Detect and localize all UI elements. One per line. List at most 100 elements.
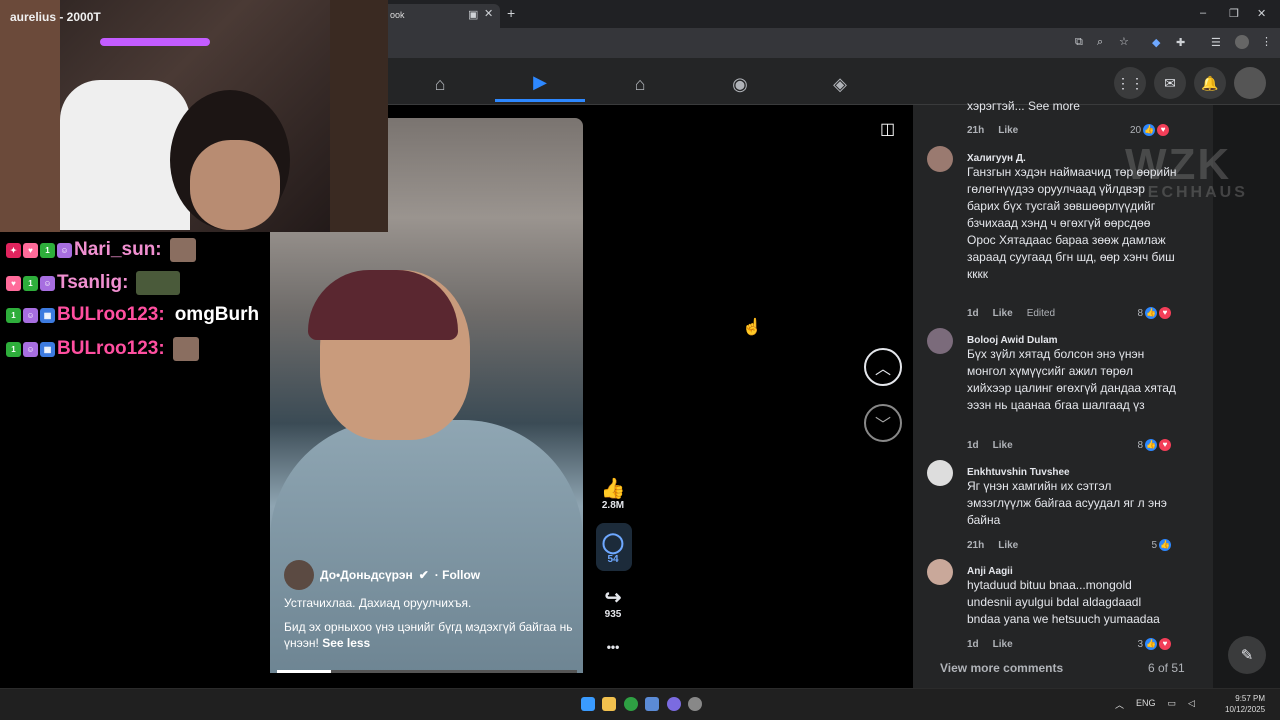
commenter-avatar[interactable] <box>927 328 953 354</box>
commenter-avatar[interactable] <box>927 460 953 486</box>
see-less-link[interactable]: See less <box>322 636 370 650</box>
fullscreen-toggle-icon[interactable]: ◫ <box>880 119 895 139</box>
account-avatar[interactable] <box>1234 67 1266 99</box>
tray-chevron-icon[interactable]: ︿ <box>1115 698 1124 711</box>
like-button[interactable]: 👍 2.8M <box>597 476 629 511</box>
nav-home-tab[interactable]: ⌂ <box>395 66 485 102</box>
commenter-avatar[interactable] <box>927 559 953 585</box>
comment-time: 1d <box>967 440 979 451</box>
comment-like-link[interactable]: Like <box>993 440 1013 451</box>
comment-item: Anji Aagii hytaduud bituu bnaa...mongold… <box>927 559 1187 654</box>
settings-icon[interactable] <box>688 697 702 711</box>
comment-snippet: хэрэгтэй... See more <box>967 99 1080 113</box>
nav-marketplace-tab[interactable]: ⌂ <box>595 66 685 102</box>
love-reaction-icon: ♥ <box>1159 439 1171 451</box>
messenger-button[interactable]: ✉ <box>1154 67 1186 99</box>
comment-like-link[interactable]: Like <box>993 639 1013 650</box>
reel-caption-line2: Бид эх орныхоо үнэ цэнийг бүгд мэдэхгүй … <box>284 619 574 651</box>
reaction-summary[interactable]: 20 👍 ♥ <box>1130 124 1170 136</box>
previous-reel-button[interactable]: ︿ <box>864 348 902 386</box>
chrome-icon[interactable] <box>624 697 638 711</box>
start-icon[interactable] <box>581 697 595 711</box>
commenter-avatar[interactable] <box>927 146 953 172</box>
maximize-button[interactable]: ❐ <box>1229 7 1239 20</box>
commenter-name[interactable]: Enkhtuvshin Tuvshee <box>967 467 1177 478</box>
like-reaction-icon: 👍 <box>1145 638 1157 650</box>
tab-close-icon[interactable]: ✕ <box>484 7 493 20</box>
close-window-button[interactable]: ✕ <box>1257 7 1266 20</box>
comment-time: 1d <box>967 308 979 319</box>
chat-message: ✦ ♥ 1 ☺ Nari_sun: <box>6 238 196 262</box>
list-icon[interactable]: ☰ <box>1211 36 1221 49</box>
windows-taskbar: ︿ ENG ▭ ◁ 9:57 PM 10/12/2025 <box>0 688 1280 720</box>
reaction-summary[interactable]: 8 👍 ♥ <box>1137 307 1171 319</box>
author-name[interactable]: До•Доньдсүрэн <box>320 568 413 582</box>
reels-icon: ▶ <box>533 72 547 92</box>
gift-badge-icon: ▦ <box>40 307 55 323</box>
badge-icon: ✦ <box>6 242 21 258</box>
file-explorer-icon[interactable] <box>602 697 616 711</box>
menu-grid-button[interactable]: ⋮⋮ <box>1114 67 1146 99</box>
steam-icon[interactable] <box>645 697 659 711</box>
puzzle-icon[interactable]: ✚ <box>1176 36 1185 49</box>
first-badge-icon: 1 <box>23 275 38 291</box>
love-reaction-icon: ♥ <box>1159 638 1171 650</box>
comment-like-link[interactable]: Like <box>998 125 1018 136</box>
minimize-button[interactable]: – <box>1200 7 1206 19</box>
edit-icon: ✎ <box>1240 647 1254 664</box>
star-icon[interactable]: ☆ <box>1119 35 1129 48</box>
like-reaction-icon: 👍 <box>1145 439 1157 451</box>
commenter-name[interactable]: Anji Aagii <box>967 566 1177 577</box>
menu-icon[interactable]: ⋮ <box>1261 35 1272 48</box>
comment-like-link[interactable]: Like <box>998 540 1018 551</box>
messenger-icon: ✉ <box>1164 74 1176 91</box>
next-reel-button[interactable]: ﹀ <box>864 404 902 442</box>
nav-gaming-tab[interactable]: ◈ <box>795 66 885 102</box>
comment-bubble: Enkhtuvshin Tuvshee Яг үнэн хамгийн их с… <box>967 460 1177 529</box>
comment-like-link[interactable]: Like <box>993 308 1013 319</box>
comment-icon: ◯ <box>601 532 625 554</box>
comment-snippet-text: хэрэгтэй... See more <box>967 99 1080 113</box>
mask-badge-icon: ☺ <box>23 307 38 323</box>
chevron-up-icon: ︿ <box>874 361 891 378</box>
discord-icon[interactable] <box>667 697 681 711</box>
share-button[interactable]: ↪ 935 <box>597 585 629 620</box>
cast-icon[interactable]: ⧉ <box>1075 36 1083 49</box>
author-avatar[interactable] <box>284 560 314 590</box>
nav-reels-tab[interactable]: ▶ <box>495 66 585 102</box>
comment-bubble: Anji Aagii hytaduud bituu bnaa...mongold… <box>967 559 1177 628</box>
extension-icon[interactable]: ◆ <box>1152 36 1160 49</box>
profile-icon[interactable] <box>1235 35 1249 49</box>
chevron-down-icon: ﹀ <box>874 417 891 434</box>
new-message-button[interactable]: ✎ <box>1228 636 1266 674</box>
comment-meta: 1d Like Edited <box>967 308 1055 319</box>
taskbar-clock[interactable]: 9:57 PM 10/12/2025 <box>1225 693 1265 715</box>
nav-groups-tab[interactable]: ◉ <box>695 66 785 102</box>
reaction-summary[interactable]: 3 👍 ♥ <box>1137 638 1171 650</box>
comment-bubble: Bolooj Awid Dulam Бүх зүйл хятад болсон … <box>967 328 1177 414</box>
reaction-summary[interactable]: 8 👍 ♥ <box>1137 439 1171 451</box>
commenter-name[interactable]: Bolooj Awid Dulam <box>967 335 1177 346</box>
groups-icon: ◉ <box>732 73 748 94</box>
comment-button[interactable]: ◯ 54 <box>597 530 629 565</box>
language-indicator[interactable]: ENG <box>1136 698 1156 711</box>
mouse-cursor-icon: ☝ <box>742 319 762 336</box>
reel-author[interactable]: До•Доньдсүрэн ✔ · Follow <box>284 560 480 590</box>
reaction-summary[interactable]: 5 👍 <box>1151 539 1171 551</box>
share-icon: ↪ <box>604 587 622 609</box>
bell-icon: 🔔 <box>1201 74 1219 91</box>
wall-lamp <box>330 0 388 232</box>
reaction-count: 8 <box>1137 439 1143 451</box>
tab-audio-icon[interactable]: ▣ <box>468 8 478 21</box>
commenter-name[interactable]: Халигуун Д. <box>967 153 1177 164</box>
gift-badge-icon: ▦ <box>40 341 55 357</box>
network-icon[interactable]: ▭ <box>1168 698 1177 711</box>
zoom-icon[interactable]: ⌕ <box>1097 36 1103 49</box>
volume-icon[interactable]: ◁ <box>1188 698 1195 711</box>
view-more-comments-link[interactable]: View more comments <box>940 661 1063 675</box>
notifications-button[interactable]: 🔔 <box>1194 67 1226 99</box>
new-tab-button[interactable]: + <box>507 5 515 21</box>
more-options-button[interactable]: ••• <box>597 640 629 654</box>
follow-link[interactable]: · Follow <box>435 568 480 582</box>
comment-time: 21h <box>967 125 985 136</box>
